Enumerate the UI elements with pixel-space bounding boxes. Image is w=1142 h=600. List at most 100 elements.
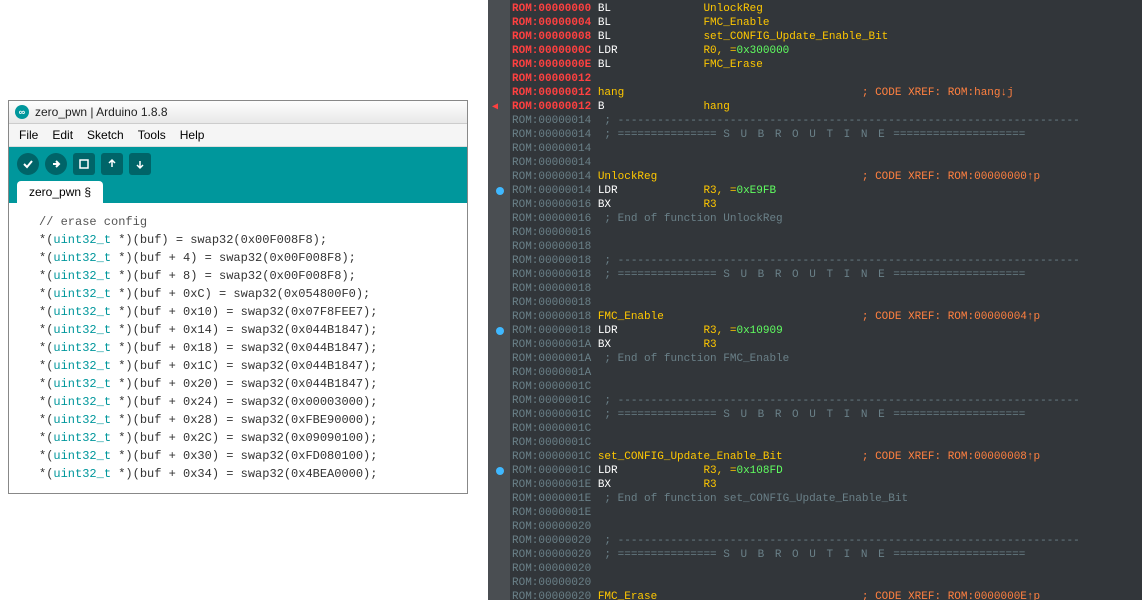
operand: set_CONFIG_Update_Enable_Bit (703, 30, 888, 44)
code-line: *(uint32_t *)(buf + 4) = swap32(0x00F008… (39, 249, 437, 267)
breakpoint-dot[interactable] (496, 467, 504, 475)
immediate: 0x10909 (736, 324, 782, 338)
address: ROM:0000001C (512, 464, 598, 478)
menu-sketch[interactable]: Sketch (81, 126, 130, 144)
verify-button[interactable] (17, 153, 39, 175)
tab-zero-pwn[interactable]: zero_pwn § (17, 181, 103, 203)
address: ROM:00000018 (512, 324, 598, 338)
subroutine-header: S U B R O U T I N E (723, 548, 886, 562)
code-line: *(uint32_t *)(buf + 0x14) = swap32(0x044… (39, 321, 437, 339)
disasm-line: ROM:00000020 FMC_Erase ; CODE XREF: ROM:… (512, 590, 1080, 600)
breakpoint-dot[interactable] (496, 187, 504, 195)
address: ROM:0000001A (512, 352, 598, 366)
toolbar (9, 147, 467, 181)
disasm-line: ◀ROM:00000012 B hang (490, 100, 1080, 114)
address: ROM:0000000E (512, 58, 598, 72)
disasm-line: ROM:00000020 (512, 576, 1080, 590)
address: ROM:0000001C (512, 436, 598, 450)
code-editor[interactable]: // erase config*(uint32_t *)(buf) = swap… (9, 203, 467, 493)
mnemonic: BX (598, 478, 704, 492)
disasm-line: ROM:00000020 (512, 562, 1080, 576)
disassembly-pane[interactable]: ROM:00000000 BL UnlockRegROM:00000004 BL… (488, 0, 1142, 600)
label: set_CONFIG_Update_Enable_Bit (598, 450, 862, 464)
open-button[interactable] (101, 153, 123, 175)
address: ROM:00000020 (512, 534, 598, 548)
mnemonic: BX (598, 338, 704, 352)
titlebar[interactable]: ∞ zero_pwn | Arduino 1.8.8 (9, 101, 467, 124)
operand: R0, = (703, 44, 736, 58)
disasm-line: ROM:00000004 BL FMC_Enable (512, 16, 1080, 30)
mnemonic: BL (598, 30, 704, 44)
disasm-line: ROM:0000001C (512, 380, 1080, 394)
disasm-line: ROM:0000001A (512, 366, 1080, 380)
operand: R3, = (703, 184, 736, 198)
address: ROM:00000012 (512, 86, 598, 100)
address: ROM:00000020 (512, 562, 598, 576)
menu-tools[interactable]: Tools (132, 126, 172, 144)
operand: R3 (703, 478, 716, 492)
menu-file[interactable]: File (13, 126, 44, 144)
label: FMC_Enable (598, 310, 862, 324)
label: hang (598, 86, 862, 100)
address: ROM:00000016 (512, 226, 598, 240)
mnemonic: B (598, 100, 704, 114)
address: ROM:00000020 (512, 590, 598, 600)
address: ROM:00000016 (512, 198, 598, 212)
address: ROM:00000014 (512, 142, 598, 156)
end-function: ; End of function FMC_Enable (598, 352, 789, 366)
address: ROM:0000001E (512, 492, 598, 506)
code-line: *(uint32_t *)(buf + 0x2C) = swap32(0x090… (39, 429, 437, 447)
disasm-line: ROM:00000014 (512, 156, 1080, 170)
immediate: 0x300000 (736, 44, 789, 58)
new-button[interactable] (73, 153, 95, 175)
code-line: *(uint32_t *)(buf + 0x18) = swap32(0x044… (39, 339, 437, 357)
disasm-line: ROM:0000001C (512, 422, 1080, 436)
disasm-line: ROM:00000016 BX R3 (512, 198, 1080, 212)
mnemonic: BX (598, 198, 704, 212)
disasm-line: ROM:0000001E BX R3 (512, 478, 1080, 492)
disasm-line: ROM:0000001C LDR R3, =0x108FD (490, 464, 1080, 478)
code-line: *(uint32_t *)(buf + 0x20) = swap32(0x044… (39, 375, 437, 393)
operand: R3, = (703, 324, 736, 338)
window-title: zero_pwn | Arduino 1.8.8 (35, 105, 168, 119)
disasm-line: ROM:00000016 ; End of function UnlockReg (512, 212, 1080, 226)
menu-edit[interactable]: Edit (46, 126, 79, 144)
mnemonic: LDR (598, 44, 704, 58)
mnemonic: BL (598, 58, 704, 72)
operand: R3 (703, 198, 716, 212)
disasm-line: ROM:00000018 (512, 296, 1080, 310)
code-line: *(uint32_t *)(buf + 0x34) = swap32(0x4BE… (39, 465, 437, 483)
disasm-line: ROM:0000001C (512, 436, 1080, 450)
address: ROM:00000016 (512, 212, 598, 226)
disasm-line: ROM:00000000 BL UnlockReg (512, 2, 1080, 16)
address: ROM:0000001C (512, 450, 598, 464)
disasm-line: ROM:00000014 LDR R3, =0xE9FB (490, 184, 1080, 198)
code-line: *(uint32_t *)(buf + 0x1C) = swap32(0x044… (39, 357, 437, 375)
address: ROM:0000000C (512, 44, 598, 58)
address: ROM:00000000 (512, 2, 598, 16)
disasm-line: ROM:0000000C LDR R0, =0x300000 (512, 44, 1080, 58)
address: ROM:00000012 (512, 72, 598, 86)
disasm-line: ROM:00000016 (512, 226, 1080, 240)
address: ROM:0000001C (512, 422, 598, 436)
address: ROM:0000001A (512, 338, 598, 352)
disasm-line: ROM:00000018 (512, 282, 1080, 296)
upload-button[interactable] (45, 153, 67, 175)
menu-help[interactable]: Help (174, 126, 211, 144)
xref-comment: ; CODE XREF: ROM:00000004↑p (862, 310, 1040, 324)
disasm-line: ROM:0000001E ; End of function set_CONFI… (512, 492, 1080, 506)
immediate: 0xE9FB (736, 184, 776, 198)
operand: FMC_Erase (703, 58, 762, 72)
tabbar: zero_pwn § (9, 181, 467, 203)
save-button[interactable] (129, 153, 151, 175)
subroutine-header: S U B R O U T I N E (723, 408, 886, 422)
label: FMC_Erase (598, 590, 862, 600)
address: ROM:00000018 (512, 240, 598, 254)
address: ROM:00000014 (512, 128, 598, 142)
arduino-icon: ∞ (15, 105, 29, 119)
disasm-line: ROM:00000012 (512, 72, 1080, 86)
address: ROM:0000001E (512, 478, 598, 492)
disasm-line: ROM:0000001C ; -------------------------… (512, 394, 1080, 408)
mnemonic: BL (598, 16, 704, 30)
breakpoint-dot[interactable] (496, 327, 504, 335)
